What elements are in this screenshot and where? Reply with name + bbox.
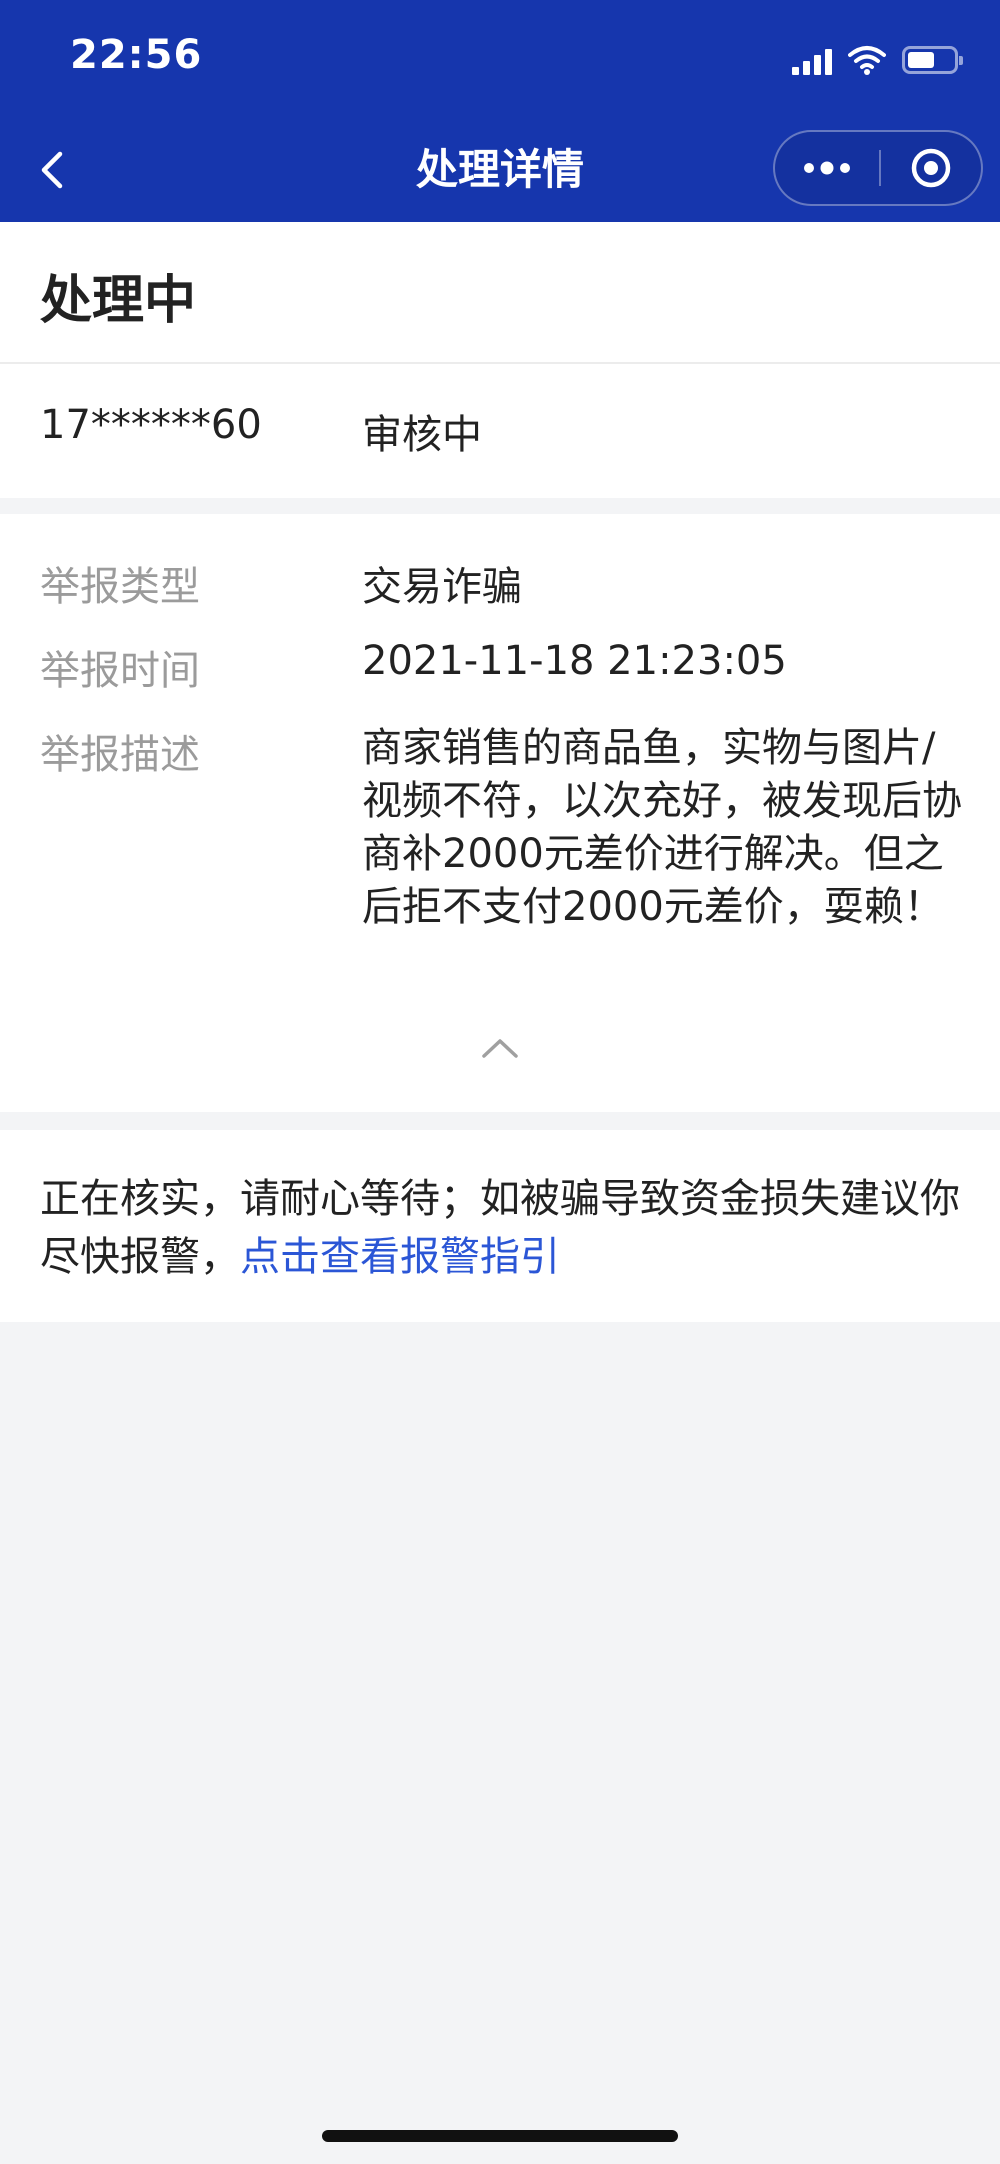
account-number: 17******60 <box>40 402 262 448</box>
battery-icon <box>902 46 963 74</box>
report-type-value: 交易诈骗 <box>362 564 522 610</box>
review-status: 审核中 <box>362 412 482 458</box>
police-guide-link[interactable]: 点击查看报警指引 <box>240 1234 560 1280</box>
status-title: 处理中 <box>40 271 197 331</box>
chevron-up-icon[interactable] <box>480 1036 520 1060</box>
notice-card: 正在核实，请耐心等待；如被骗导致资金损失建议你尽快报警，点击查看报警指引 <box>0 1130 1000 1322</box>
status-icons <box>792 40 963 80</box>
close-button[interactable] <box>881 132 981 204</box>
target-icon <box>911 148 951 188</box>
report-description-label: 举报描述 <box>40 732 200 778</box>
report-time-label: 举报时间 <box>40 648 200 694</box>
report-details-card: 举报类型 交易诈骗 举报时间 2021-11-18 21:23:05 举报描述 … <box>0 514 1000 1112</box>
report-time-value: 2021-11-18 21:23:05 <box>362 638 787 684</box>
notice-text: 正在核实，请耐心等待；如被骗导致资金损失建议你尽快报警，点击查看报警指引 <box>40 1170 970 1286</box>
nav-header: 22:56 处理详情 <box>0 0 1000 222</box>
report-type-label: 举报类型 <box>40 564 200 610</box>
report-description-value: 商家销售的商品鱼，实物与图片/视频不符，以次充好，被发现后协商补2000元差价进… <box>362 725 962 930</box>
more-icon <box>804 161 850 175</box>
miniprogram-capsule <box>773 130 983 206</box>
status-card: 处理中 17******60 审核中 <box>0 222 1000 498</box>
more-button[interactable] <box>775 132 879 204</box>
status-time: 22:56 <box>70 32 203 78</box>
wifi-icon <box>848 46 886 75</box>
signal-icon <box>792 45 832 75</box>
home-indicator <box>322 2130 678 2142</box>
divider <box>0 362 1000 364</box>
